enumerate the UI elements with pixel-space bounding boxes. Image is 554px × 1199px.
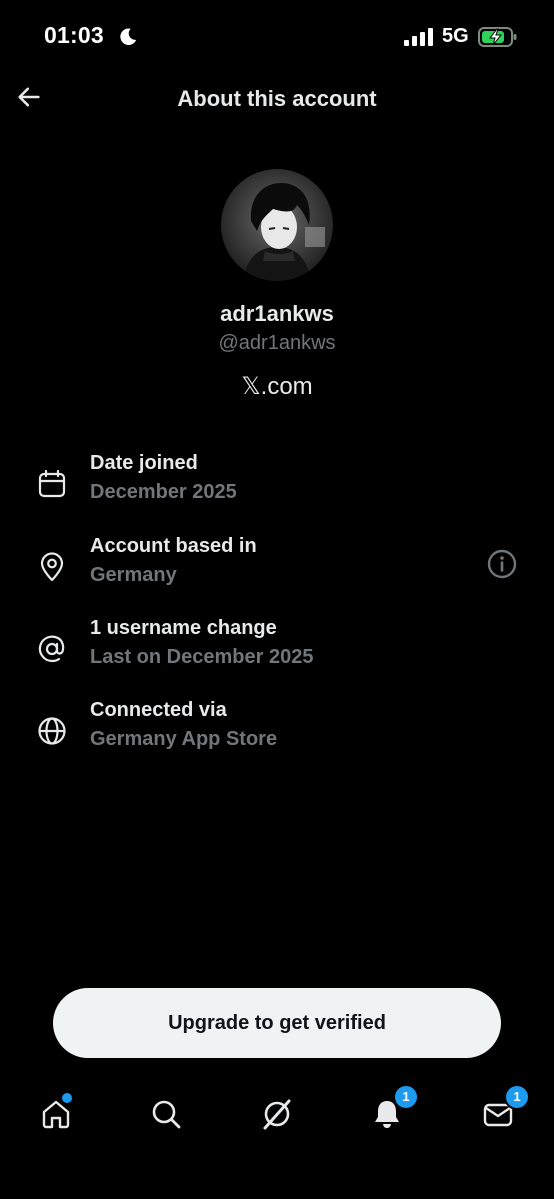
status-time: 01:03 <box>44 22 104 48</box>
handle: @adr1ankws <box>218 332 336 354</box>
status-bar: 01:03 5G <box>0 0 554 74</box>
grok-icon <box>263 1099 291 1130</box>
row-subtitle: Last on December 2025 <box>90 646 314 668</box>
row-title: Connected via <box>90 699 227 721</box>
calendar-icon <box>38 469 66 498</box>
row-title: Date joined <box>90 452 198 474</box>
header: About this account <box>0 74 554 126</box>
info-icon[interactable] <box>486 548 518 580</box>
nav-search[interactable] <box>146 1094 186 1134</box>
nav-grok[interactable] <box>257 1094 297 1134</box>
platform-label: 𝕏.com <box>241 373 313 400</box>
at-sign-icon <box>38 635 65 663</box>
row-subtitle: Germany <box>90 564 177 586</box>
nav-notifications[interactable]: 1 <box>367 1084 419 1134</box>
nav-messages[interactable]: 1 <box>478 1084 530 1134</box>
row-subtitle: December 2025 <box>90 481 237 503</box>
nav-home[interactable] <box>36 1093 76 1134</box>
location-pin-icon <box>40 552 64 582</box>
info-row-account-based-in: Account based in Germany <box>0 535 554 605</box>
messages-badge: 1 <box>504 1084 530 1110</box>
display-name: adr1ankws <box>220 301 334 326</box>
battery-charging-icon <box>478 27 517 47</box>
upgrade-verified-button[interactable]: Upgrade to get verified <box>53 988 501 1058</box>
page-title: About this account <box>177 86 377 111</box>
bottom-nav: 1 1 <box>0 1080 554 1152</box>
moon-icon <box>120 28 137 45</box>
row-title: Account based in <box>90 535 257 557</box>
search-icon <box>152 1100 181 1129</box>
notifications-badge: 1 <box>393 1084 419 1110</box>
globe-icon <box>38 717 66 745</box>
home-unread-dot <box>62 1093 72 1103</box>
network-label: 5G <box>442 25 469 47</box>
info-row-date-joined: Date joined December 2025 <box>0 452 554 522</box>
signal-bars-icon <box>404 28 433 46</box>
avatar <box>221 169 333 281</box>
row-title: 1 username change <box>90 617 277 639</box>
avatar-image <box>221 169 333 281</box>
info-row-username-change: 1 username change Last on December 2025 <box>0 617 554 687</box>
row-subtitle: Germany App Store <box>90 728 278 750</box>
info-row-connected-via: Connected via Germany App Store <box>0 699 554 769</box>
about-account-screen: 01:03 5G About this account adr1ankws @a… <box>0 0 554 1199</box>
